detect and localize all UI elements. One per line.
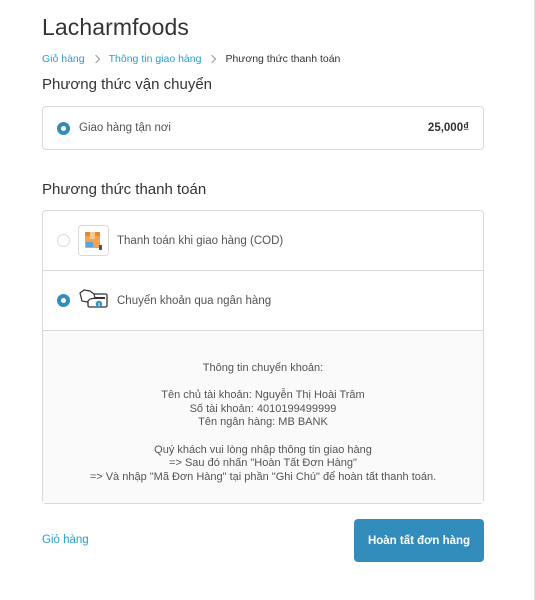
bank-transfer-instructions: Thông tin chuyển khoản: Tên chủ tài khoả…: [43, 330, 483, 503]
breadcrumb-current-step: Phương thức thanh toán: [225, 53, 341, 65]
account-holder: Tên chủ tài khoản: Nguyễn Thị Hoài Trâm: [161, 389, 365, 402]
breadcrumb: Giỏ hàng Thông tin giao hàng Phương thức…: [42, 53, 340, 65]
breadcrumb-shipping-info-link[interactable]: Thông tin giao hàng: [109, 53, 202, 65]
store-title[interactable]: Lacharmfoods: [42, 14, 189, 41]
chevron-right-icon: [207, 54, 219, 64]
payment-radio-bank-transfer[interactable]: [57, 294, 70, 307]
bank-name: Tên ngân hàng: MB BANK: [198, 416, 328, 429]
instructions-title: Thông tin chuyển khoản:: [202, 362, 324, 374]
payment-method-box: Thanh toán khi giao hàng (COD) $ Chuyển …: [42, 210, 484, 504]
svg-text:$: $: [98, 302, 101, 308]
payment-option-bank-transfer-label: Chuyển khoản qua ngân hàng: [117, 294, 272, 307]
back-to-cart-link[interactable]: Giỏ hàng: [42, 534, 89, 546]
shipping-price: 25,000₫: [427, 122, 469, 134]
complete-order-button[interactable]: Hoàn tất đơn hàng: [354, 519, 484, 562]
shipping-method-heading: Phương thức vận chuyển: [42, 76, 213, 93]
payment-option-cod-label: Thanh toán khi giao hàng (COD): [117, 234, 284, 247]
payment-method-heading: Phương thức thanh toán: [42, 181, 207, 198]
shipping-radio[interactable]: [57, 121, 70, 135]
shipping-option-label: Giao hàng tận nơi: [79, 122, 171, 134]
payment-option-cod[interactable]: Thanh toán khi giao hàng (COD): [43, 211, 483, 270]
shipping-option-home-delivery[interactable]: Giao hàng tận nơi 25,000₫: [43, 107, 483, 149]
payment-option-bank-transfer[interactable]: $ Chuyển khoản qua ngân hàng: [43, 270, 483, 330]
account-number: Số tài khoản: 4010199499999: [189, 402, 337, 415]
cod-box-icon: [78, 225, 109, 256]
instructions-note-3: => Và nhập "Mã Đơn Hàng" tại phần "Ghi C…: [89, 470, 437, 483]
shipping-method-box: Giao hàng tận nơi 25,000₫: [42, 106, 484, 150]
chevron-right-icon: [91, 54, 103, 64]
instructions-note-1: Quý khách vui lòng nhập thông tin giao h…: [154, 443, 372, 456]
bank-transfer-icon: $: [79, 289, 108, 308]
breadcrumb-cart-link[interactable]: Giỏ hàng: [42, 53, 85, 65]
instructions-note-2: => Sau đó nhấn "Hoàn Tất Đơn Hàng": [169, 457, 357, 470]
payment-radio-cod[interactable]: [57, 234, 70, 247]
